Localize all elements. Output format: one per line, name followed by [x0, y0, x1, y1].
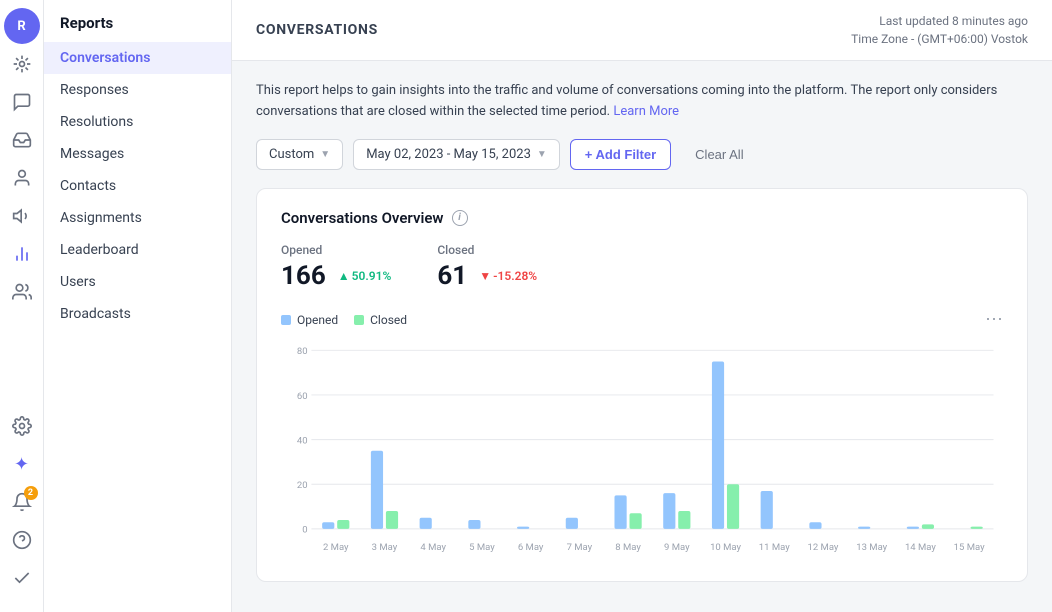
bar-chart: 0 20 40 60 80 2 May 3 May 4 May 5 May 6 May 7 May 8…	[281, 341, 1003, 561]
svg-text:60: 60	[297, 390, 308, 401]
icon-bar: R ✦ 2	[0, 0, 44, 612]
closed-value: 61	[437, 261, 467, 291]
down-arrow-icon: ▼	[479, 269, 491, 283]
opened-label: Opened	[281, 243, 397, 257]
legend-opened: Opened	[281, 313, 338, 327]
sidebar-item-assignments[interactable]: Assignments	[44, 202, 231, 234]
card-title: Conversations Overview i	[281, 209, 1003, 227]
closed-stat: Closed 61 ▼ -15.28%	[437, 243, 543, 291]
team-icon[interactable]	[4, 274, 40, 310]
main-header: CONVERSATIONS Last updated 8 minutes ago…	[232, 0, 1052, 61]
svg-text:10 May: 10 May	[710, 541, 741, 552]
chevron-down-icon: ▼	[320, 149, 330, 160]
timezone: Time Zone - (GMT+06:00) Vostok	[851, 30, 1028, 48]
content-area: This report helps to gain insights into …	[232, 61, 1052, 612]
sidebar-title: Reports	[44, 0, 231, 42]
closed-legend-dot	[354, 315, 364, 325]
chart-header: Opened Closed ⋯	[281, 311, 1003, 329]
check-icon[interactable]	[4, 560, 40, 596]
stats-row: Opened 166 ▲ 50.91% Closed 61 ▼	[281, 243, 1003, 291]
svg-text:11 May: 11 May	[759, 541, 790, 552]
help-icon[interactable]	[4, 522, 40, 558]
opened-legend-dot	[281, 315, 291, 325]
svg-text:6 May: 6 May	[518, 541, 544, 552]
user-avatar[interactable]: R	[4, 8, 40, 44]
opened-change-badge: ▲ 50.91%	[332, 267, 398, 285]
report-description: This report helps to gain insights into …	[256, 81, 1028, 123]
closed-label: Closed	[437, 243, 543, 257]
sidebar-item-broadcasts[interactable]: Broadcasts	[44, 298, 231, 330]
svg-text:5 May: 5 May	[469, 541, 495, 552]
svg-text:3 May: 3 May	[372, 541, 398, 552]
chart-legend: Opened Closed	[281, 313, 407, 327]
date-range-type-dropdown[interactable]: Custom ▼	[256, 139, 343, 170]
clear-all-button[interactable]: Clear All	[681, 140, 757, 169]
settings-icon[interactable]	[4, 408, 40, 444]
chevron-down-icon: ▼	[537, 149, 547, 160]
sidebar: Reports ConversationsResponsesResolution…	[44, 0, 232, 612]
opened-value: 166	[281, 261, 326, 291]
svg-text:12 May: 12 May	[808, 541, 839, 552]
svg-text:2 May: 2 May	[323, 541, 349, 552]
svg-text:80: 80	[297, 346, 308, 357]
chatwoot-icon[interactable]: ✦	[4, 446, 40, 482]
up-arrow-icon: ▲	[338, 269, 350, 283]
sidebar-item-resolutions[interactable]: Resolutions	[44, 106, 231, 138]
sidebar-item-conversations[interactable]: Conversations	[44, 42, 231, 74]
sidebar-item-contacts[interactable]: Contacts	[44, 170, 231, 202]
overview-card: Conversations Overview i Opened 166 ▲ 50…	[256, 188, 1028, 582]
inbox-icon[interactable]	[4, 122, 40, 158]
svg-text:13 May: 13 May	[856, 541, 887, 552]
page-title: CONVERSATIONS	[256, 22, 378, 38]
add-filter-button[interactable]: + Add Filter	[570, 139, 671, 170]
svg-text:0: 0	[302, 524, 307, 535]
campaign-icon[interactable]	[4, 198, 40, 234]
svg-text:7 May: 7 May	[567, 541, 593, 552]
date-range-value-dropdown[interactable]: May 02, 2023 - May 15, 2023 ▼	[353, 139, 560, 170]
last-updated: Last updated 8 minutes ago	[851, 12, 1028, 30]
legend-closed: Closed	[354, 313, 407, 327]
closed-change-badge: ▼ -15.28%	[473, 267, 543, 285]
filter-bar: Custom ▼ May 02, 2023 - May 15, 2023 ▼ +…	[256, 139, 1028, 170]
main-content: CONVERSATIONS Last updated 8 minutes ago…	[232, 0, 1052, 612]
svg-text:4 May: 4 May	[420, 541, 446, 552]
notification-badge: 2	[24, 486, 38, 500]
svg-text:15 May: 15 May	[954, 541, 985, 552]
chart-more-button[interactable]: ⋯	[985, 311, 1003, 329]
svg-text:9 May: 9 May	[664, 541, 690, 552]
learn-more-link[interactable]: Learn More	[613, 104, 679, 119]
svg-text:20: 20	[297, 480, 308, 491]
svg-text:8 May: 8 May	[615, 541, 641, 552]
sidebar-item-users[interactable]: Users	[44, 266, 231, 298]
reports-icon[interactable]	[4, 236, 40, 272]
sidebar-item-responses[interactable]: Responses	[44, 74, 231, 106]
chart-svg: 0 20 40 60 80 2 May 3 May 4 May 5 May 6 May 7 May 8…	[281, 341, 1003, 561]
home-icon[interactable]	[4, 46, 40, 82]
sidebar-item-leaderboard[interactable]: Leaderboard	[44, 234, 231, 266]
notification-icon[interactable]: 2	[4, 484, 40, 520]
contacts-icon[interactable]	[4, 160, 40, 196]
sidebar-item-messages[interactable]: Messages	[44, 138, 231, 170]
opened-stat: Opened 166 ▲ 50.91%	[281, 243, 397, 291]
chat-icon[interactable]	[4, 84, 40, 120]
header-meta: Last updated 8 minutes ago Time Zone - (…	[851, 12, 1028, 48]
chart-area: Opened Closed ⋯ 0 20 40 60 80 2 May 3 May 4 May…	[281, 311, 1003, 561]
info-icon[interactable]: i	[452, 210, 468, 226]
svg-text:14 May: 14 May	[905, 541, 936, 552]
svg-text:40: 40	[297, 435, 308, 446]
